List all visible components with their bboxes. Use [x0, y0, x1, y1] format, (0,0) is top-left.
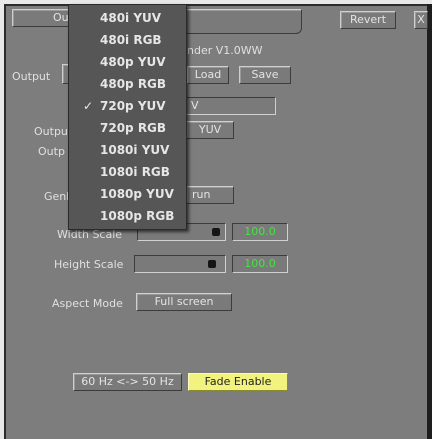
aspect-mode-dropdown[interactable]: Full screen — [136, 293, 232, 311]
load-button[interactable]: Load — [187, 66, 229, 84]
format-field[interactable]: V — [186, 97, 276, 115]
menu-item-480i-yuv[interactable]: 480i YUV — [69, 8, 186, 28]
fade-enable-button[interactable]: Fade Enable — [188, 373, 288, 391]
top-left-button[interactable]: Ou — [12, 9, 74, 27]
output-format-menu: 480i YUV 480i RGB 480p YUV 480p RGB ✓ 72… — [68, 4, 187, 230]
hz-toggle-button[interactable]: 60 Hz <-> 50 Hz — [73, 373, 182, 391]
menu-item-1080p-yuv[interactable]: 1080p YUV — [69, 184, 186, 204]
color-space-dropdown[interactable]: YUV — [186, 121, 234, 139]
menu-item-720p-rgb[interactable]: 720p RGB — [69, 118, 186, 138]
menu-item-label: 480i YUV — [100, 11, 162, 25]
menu-item-480p-rgb[interactable]: 480p RGB — [69, 74, 186, 94]
menu-item-label: 1080i RGB — [100, 165, 170, 179]
genlock-label: Genl — [44, 190, 70, 203]
menu-item-1080i-yuv[interactable]: 1080i YUV — [69, 140, 186, 160]
menu-item-1080p-rgb[interactable]: 1080p RGB — [69, 206, 186, 226]
menu-item-480i-rgb[interactable]: 480i RGB — [69, 30, 186, 50]
menu-item-480p-yuv[interactable]: 480p YUV — [69, 52, 186, 72]
menu-item-label: 720p RGB — [100, 121, 167, 135]
menu-item-label: 1080i YUV — [100, 143, 170, 157]
menu-item-label: 480p RGB — [100, 77, 167, 91]
menu-item-label: 480p YUV — [100, 55, 166, 69]
output-label: Output — [12, 70, 51, 83]
menu-item-1080i-rgb[interactable]: 1080i RGB — [69, 162, 186, 182]
menu-item-720p-yuv[interactable]: ✓ 720p YUV — [69, 96, 186, 116]
version-text: nder V1.0WW — [187, 44, 263, 57]
revert-button[interactable]: Revert — [340, 11, 396, 29]
close-button[interactable]: X — [414, 11, 428, 29]
panel-edge — [427, 4, 432, 439]
menu-item-label: 1080p RGB — [100, 209, 175, 223]
output-label-2: Outpu — [34, 125, 68, 138]
checkmark-icon: ✓ — [83, 99, 94, 113]
width-scale-value[interactable]: 100.0 — [232, 223, 288, 241]
genlock-dropdown[interactable]: run — [186, 186, 234, 204]
width-scale-knob[interactable] — [212, 228, 220, 236]
preset-name-bar[interactable] — [184, 9, 302, 34]
menu-item-label: 1080p YUV — [100, 187, 174, 201]
height-scale-label: Height Scale — [54, 258, 124, 271]
aspect-mode-label: Aspect Mode — [52, 297, 123, 310]
height-scale-knob[interactable] — [208, 260, 216, 268]
save-button[interactable]: Save — [239, 66, 291, 84]
height-scale-value[interactable]: 100.0 — [232, 255, 288, 273]
output-label-3: Outp — [38, 145, 65, 158]
menu-item-label: 720p YUV — [100, 99, 166, 113]
menu-item-label: 480i RGB — [100, 33, 162, 47]
